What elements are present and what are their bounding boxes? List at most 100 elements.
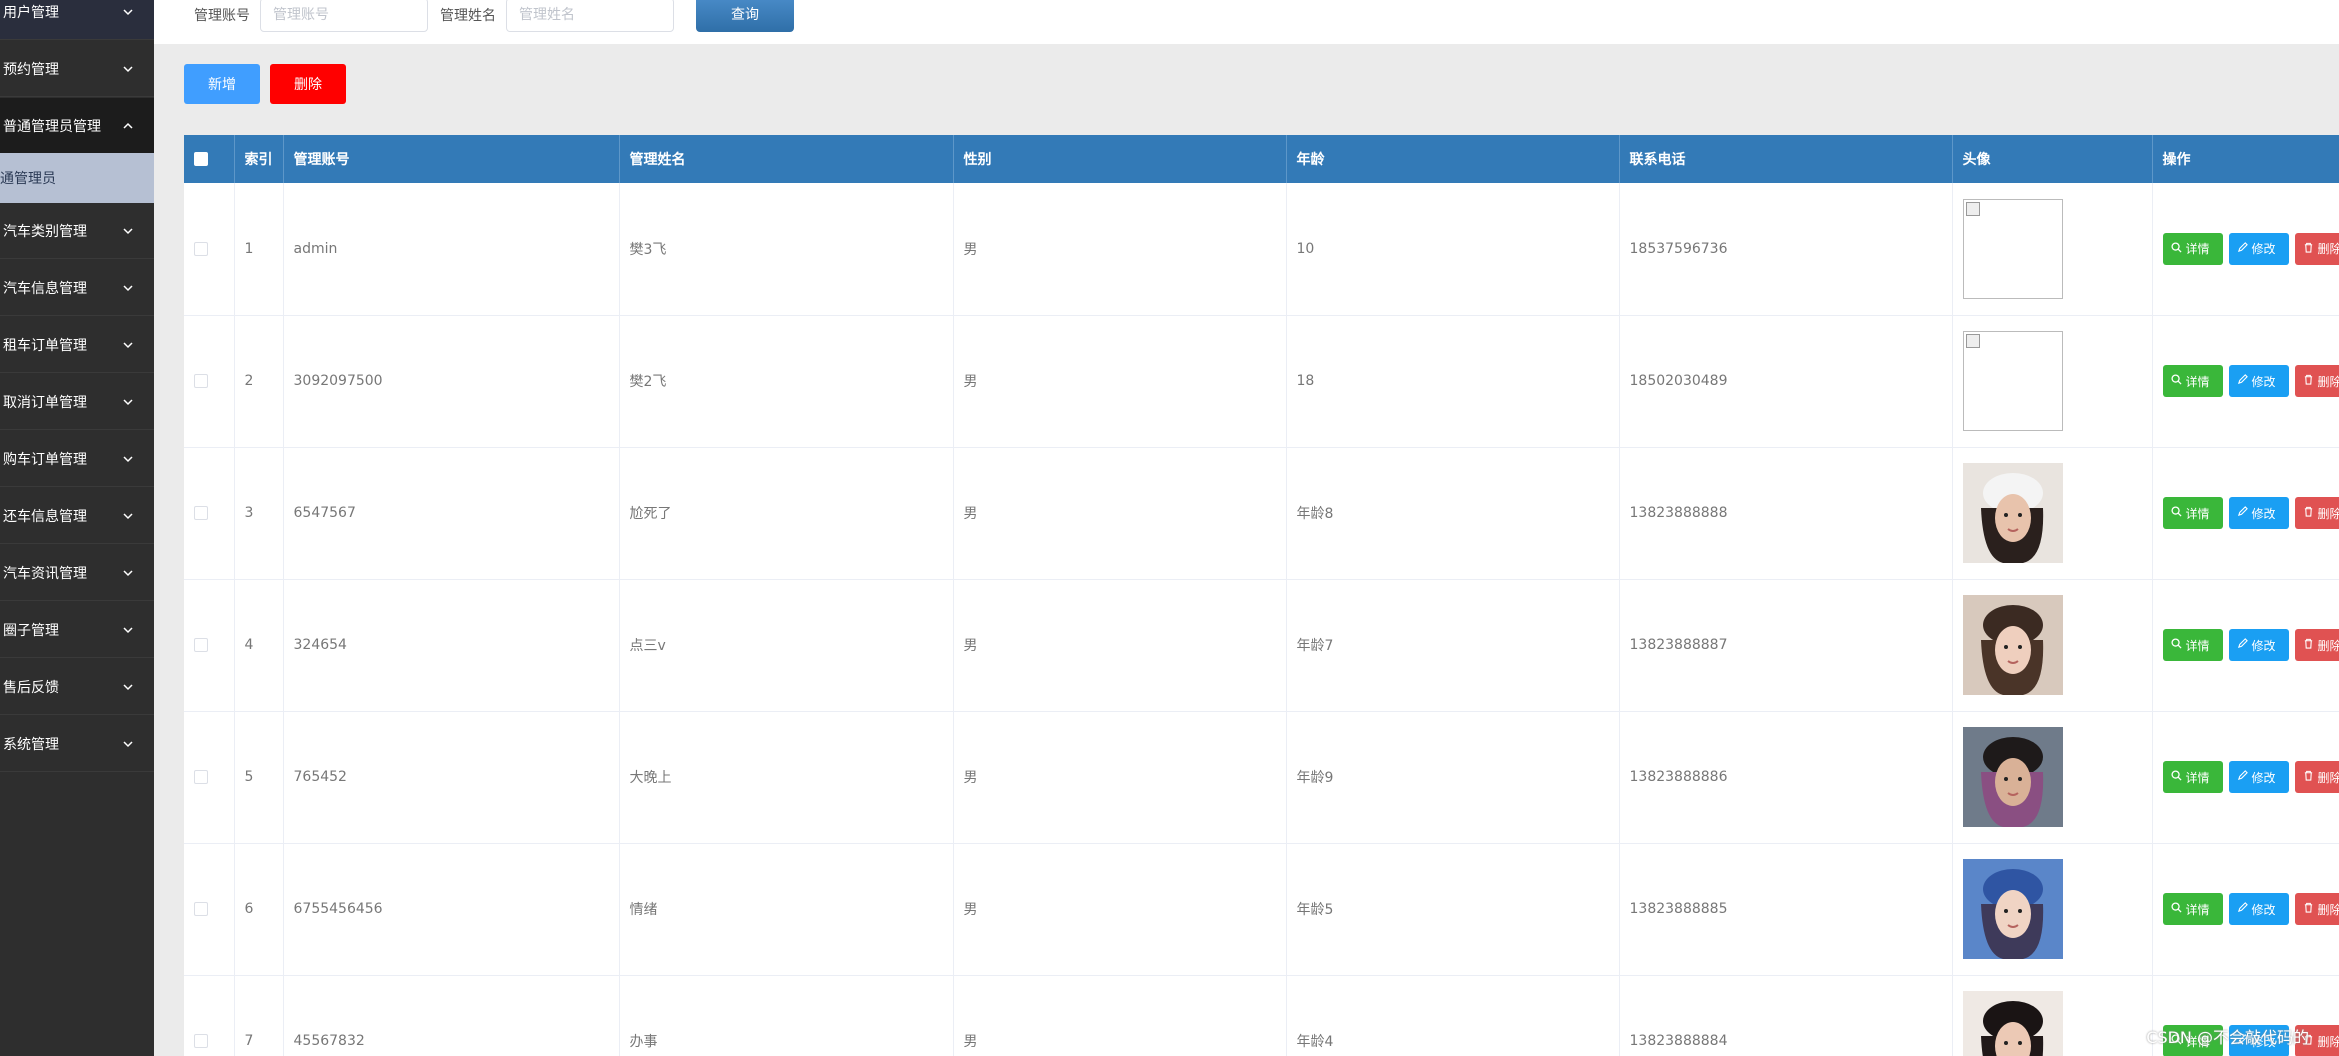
cell-age: 年龄4 [1286,975,1620,1056]
sidebar-item[interactable]: 系统管理 [0,716,154,772]
chevron-down-icon [122,282,134,294]
header-actions: 操作 [2152,135,2339,183]
delete-label: 删除 [2317,1034,2339,1049]
sidebar-item[interactable]: 还车信息管理 [0,488,154,544]
header-account: 管理账号 [283,135,620,183]
cell-name: 点三v [619,579,954,712]
sidebar-item-label: 取消订单管理 [3,394,87,411]
add-button[interactable]: 新增 [184,64,260,104]
cell-avatar [1952,975,2153,1056]
row-select-cell[interactable] [184,579,235,712]
delete-button[interactable]: 删除 [2294,893,2339,925]
edit-icon [2237,638,2248,652]
select-all-cell[interactable] [184,135,235,183]
avatar-photo [1962,595,2063,695]
header-name: 管理姓名 [619,135,954,183]
cell-index: 7 [234,975,284,1056]
cell-avatar [1952,447,2153,580]
chevron-down-icon [122,339,134,351]
sidebar-item-label: 用户管理 [3,4,59,21]
row-checkbox[interactable] [194,902,208,916]
row-checkbox[interactable] [194,770,208,784]
row-checkbox[interactable] [194,638,208,652]
table-row: 4 324654 点三v 男年龄7 13823888887 详情 修改 删除 [184,579,2339,712]
delete-button[interactable]: 删除 [2294,629,2339,661]
sidebar-item[interactable]: 汽车资讯管理 [0,545,154,601]
detail-button[interactable]: 详情 [2162,761,2223,793]
cell-phone: 13823888887 [1619,579,1953,712]
search-icon [2170,638,2182,652]
sidebar-item[interactable]: 取消订单管理 [0,374,154,430]
row-select-cell[interactable] [184,315,235,448]
edit-button[interactable]: 修改 [2228,365,2289,397]
sidebar-item[interactable]: 预约管理 [0,41,154,97]
sidebar-item[interactable]: 用户管理 [0,0,154,40]
cell-phone: 13823888885 [1619,843,1953,976]
chevron-down-icon [122,510,134,522]
sidebar-item-label: 汽车类别管理 [3,223,87,240]
sidebar-item[interactable]: 售后反馈 [0,659,154,715]
delete-button[interactable]: 删除 [2294,497,2339,529]
delete-label: 删除 [2317,506,2339,521]
cell-index: 6 [234,843,284,976]
cell-phone: 18537596736 [1619,183,1953,316]
detail-button[interactable]: 详情 [2162,629,2223,661]
sidebar-item[interactable]: 汽车信息管理 [0,260,154,316]
detail-button[interactable]: 详情 [2162,232,2223,265]
delete-button[interactable]: 删除 [2294,365,2339,397]
row-checkbox[interactable] [194,506,208,520]
cell-account: 6547567 [283,447,620,580]
edit-icon [2237,374,2248,388]
detail-label: 详情 [2185,770,2210,785]
chevron-down-icon [122,738,134,750]
header-gender: 性别 [953,135,1287,183]
sidebar-item[interactable]: 普通管理员管理 [0,98,154,154]
cell-avatar [1952,183,2153,316]
delete-label: 删除 [2317,374,2339,389]
delete-button[interactable]: 删除 [2294,232,2339,265]
row-checkbox[interactable] [194,241,208,256]
detail-button[interactable]: 详情 [2162,365,2223,397]
sidebar-item[interactable]: 汽车类别管理 [0,203,154,259]
row-select-cell[interactable] [184,447,235,580]
edit-button[interactable]: 修改 [2228,893,2289,925]
detail-button[interactable]: 详情 [2162,497,2223,529]
search-icon [2170,770,2182,784]
cell-account: 45567832 [283,975,620,1056]
avatar-photo [1962,727,2063,827]
sidebar-item[interactable]: 购车订单管理 [0,431,154,487]
account-search-input[interactable] [260,0,428,32]
cell-index: 1 [234,183,284,316]
chevron-down-icon [122,624,134,636]
sidebar-item[interactable]: 圈子管理 [0,602,154,658]
cell-gender: 男 [953,975,1287,1056]
row-select-cell[interactable] [184,183,235,316]
detail-button[interactable]: 详情 [2162,893,2223,925]
edit-label: 修改 [2251,242,2276,257]
sidebar-item[interactable]: 租车订单管理 [0,317,154,373]
cell-account: 324654 [283,579,620,712]
row-checkbox[interactable] [194,1034,208,1048]
edit-button[interactable]: 修改 [2228,232,2289,265]
name-search-input[interactable] [506,0,674,32]
row-select-cell[interactable] [184,975,235,1056]
query-button[interactable]: 查询 [696,0,794,32]
edit-button[interactable]: 修改 [2228,497,2289,529]
chevron-down-icon [122,396,134,408]
detail-label: 详情 [2185,242,2210,257]
cell-age: 18 [1286,315,1620,448]
row-select-cell[interactable] [184,711,235,844]
delete-button[interactable]: 删除 [2294,761,2339,793]
row-checkbox[interactable] [194,374,208,388]
cell-age: 10 [1286,183,1620,316]
sidebar-item-label: 普通管理员管理 [3,118,101,135]
name-label: 管理姓名 [440,8,496,24]
edit-button[interactable]: 修改 [2228,629,2289,661]
cell-phone: 13823888886 [1619,711,1953,844]
sidebar-subitem-admin[interactable]: 通管理员 [0,153,154,203]
select-all-checkbox[interactable] [194,152,208,166]
delete-label: 删除 [2317,902,2339,917]
batch-delete-button[interactable]: 删除 [270,64,346,104]
row-select-cell[interactable] [184,843,235,976]
edit-button[interactable]: 修改 [2228,761,2289,793]
